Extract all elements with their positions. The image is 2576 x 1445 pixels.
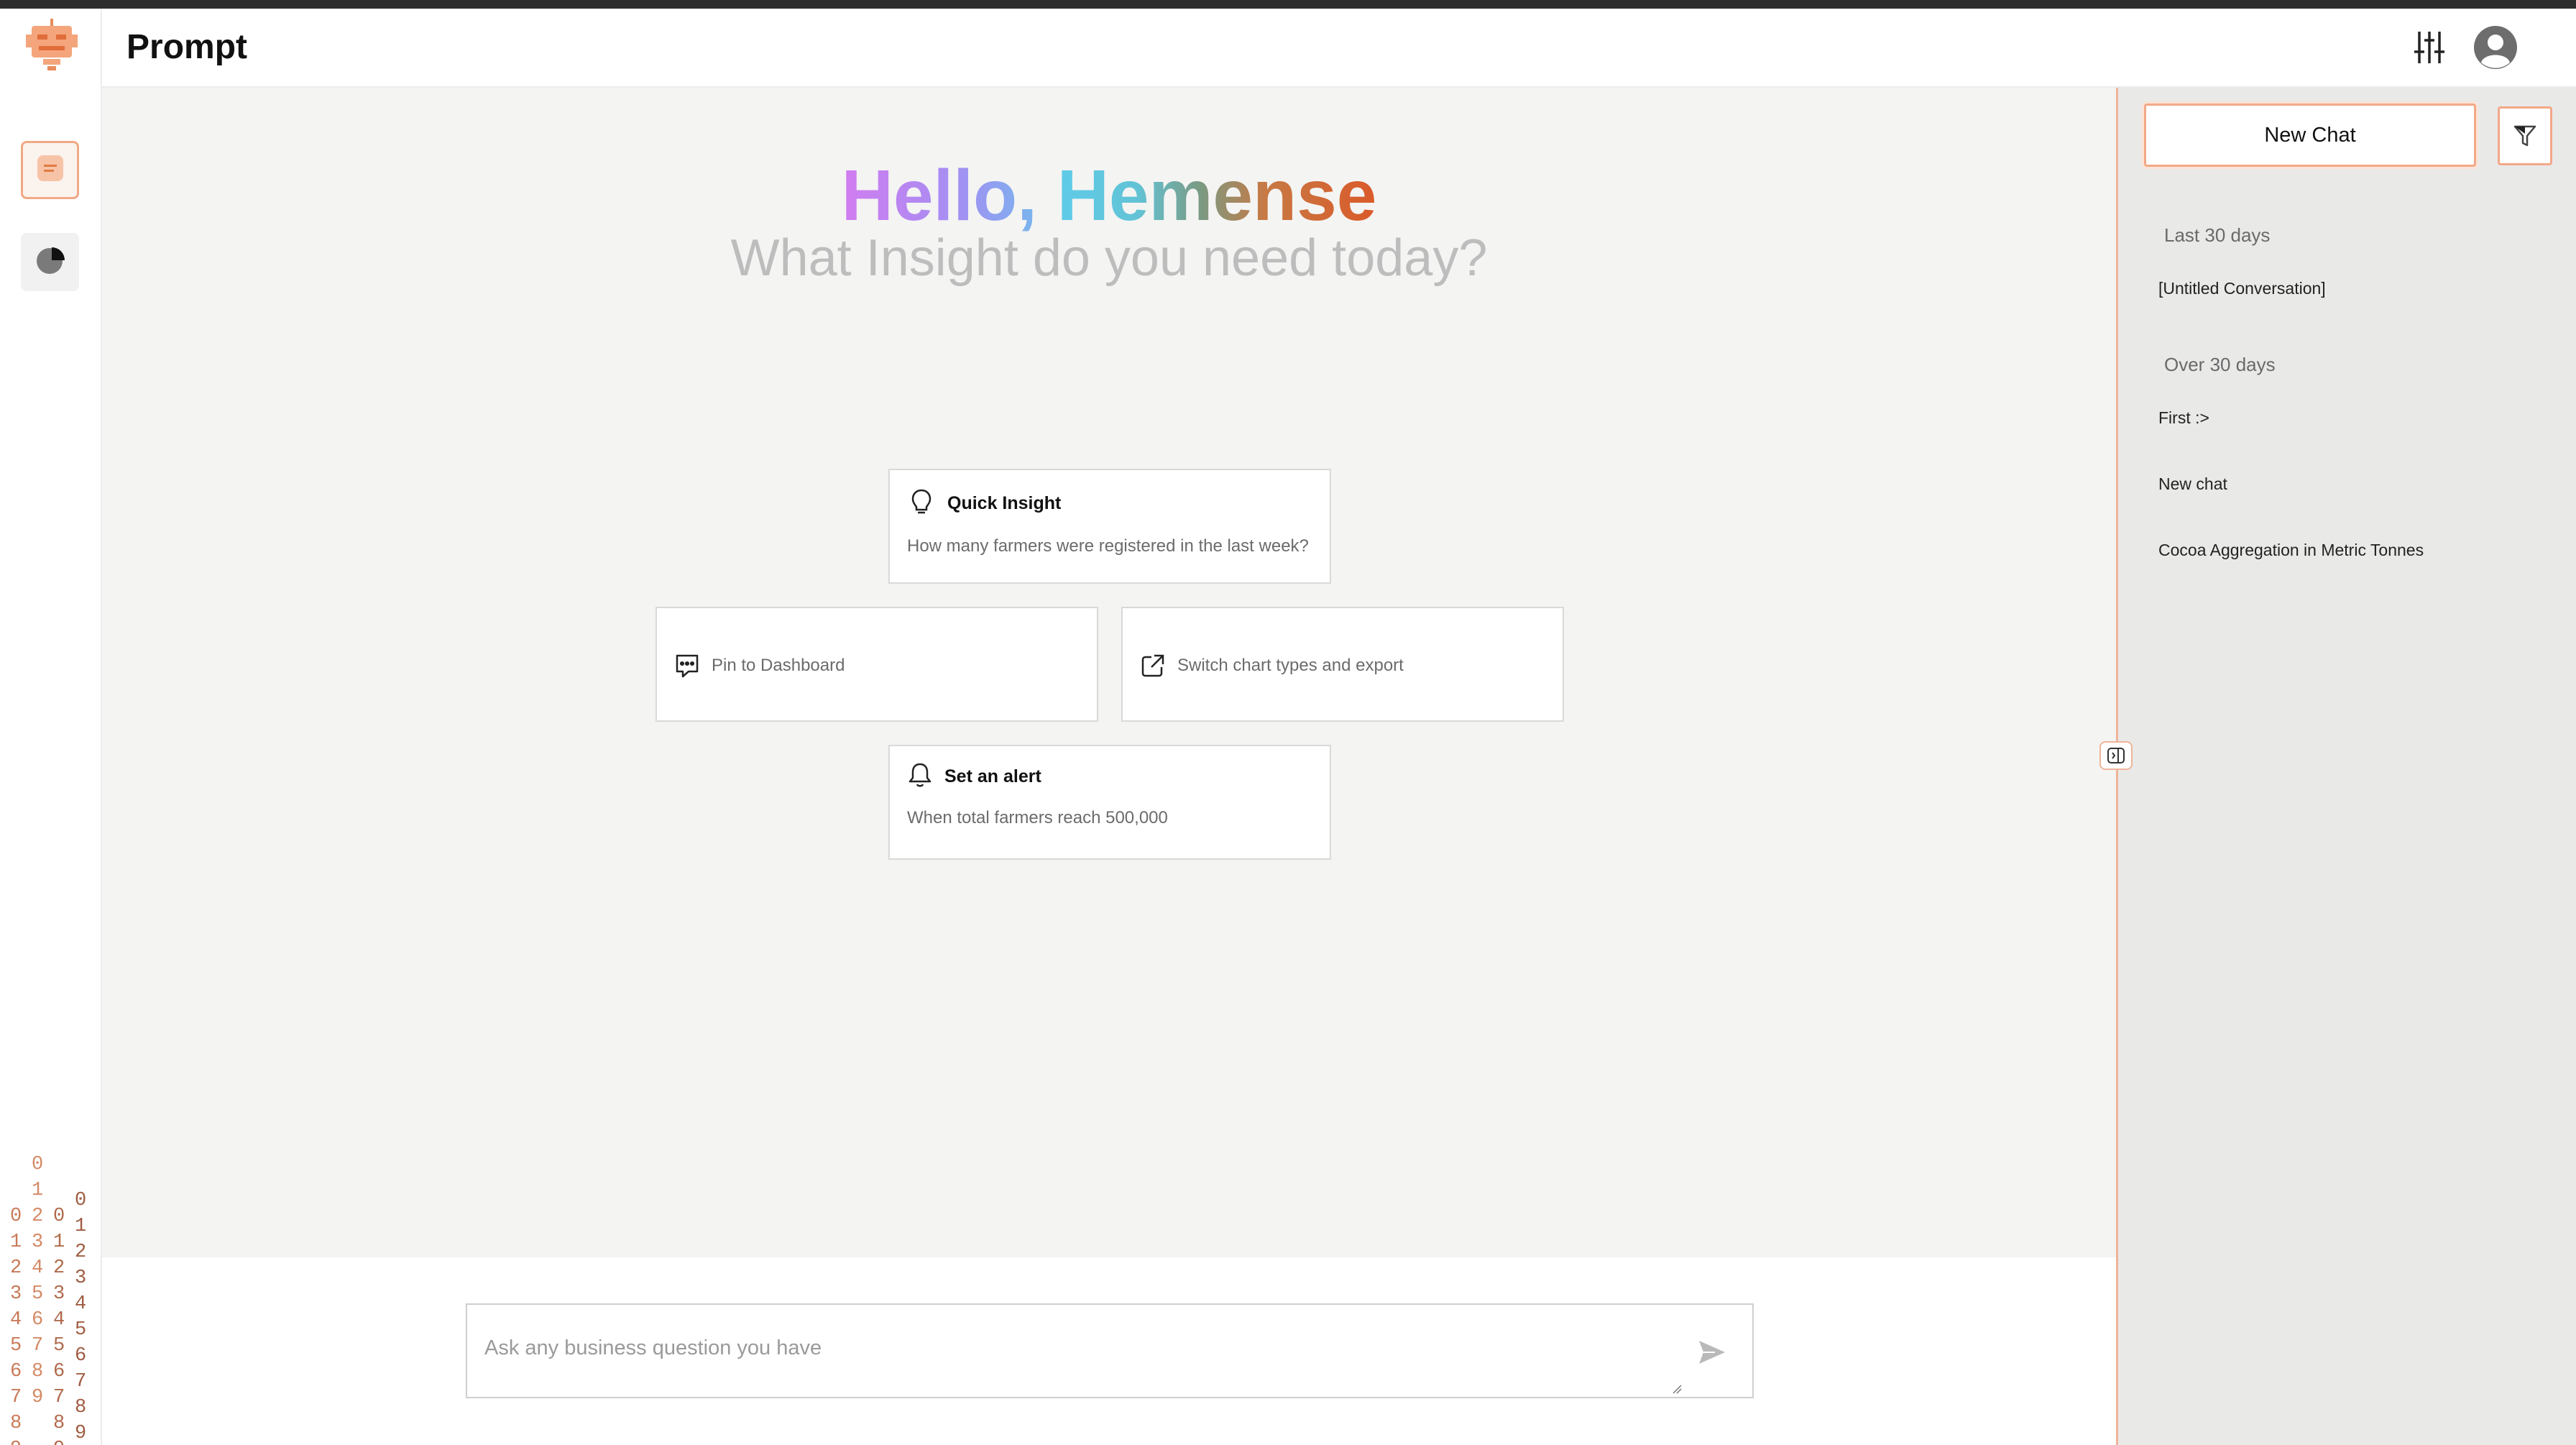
filter-icon [2513, 125, 2536, 147]
robot-icon[interactable] [24, 19, 79, 79]
digit-column: 0 1 2 3 4 5 6 7 8 9 [75, 1190, 87, 1444]
composer [466, 1303, 1754, 1398]
chat-dots-icon [676, 654, 699, 678]
conversation-item[interactable]: New chat [2158, 474, 2227, 494]
sliders-icon[interactable] [2406, 24, 2452, 70]
set-alert-card[interactable]: Set an alert When total farmers reach 50… [888, 745, 1331, 860]
quick-insight-card[interactable]: Quick Insight How many farmers were regi… [888, 469, 1331, 584]
greeting-subtitle: What Insight do you need today? [730, 229, 1488, 287]
panel-collapse-button[interactable] [2099, 741, 2133, 770]
lightbulb-icon [911, 489, 932, 514]
chat-icon [36, 154, 65, 186]
card-title: Set an alert [944, 766, 1041, 786]
card-text: Pin to Dashboard [712, 656, 845, 675]
conversation-panel: New Chat Last 30 days [Untitled Conversa… [2116, 88, 2576, 1445]
rail-chat-button[interactable] [21, 141, 79, 199]
conversation-item[interactable]: First :> [2158, 408, 2209, 428]
external-link-icon [1141, 654, 1164, 677]
digit-column: 0 1 2 3 4 5 6 7 8 9 [32, 1154, 44, 1408]
card-text: When total farmers reach 500,000 [907, 808, 1168, 827]
group-label: Last 30 days [2164, 224, 2271, 246]
card-text: Switch chart types and export [1177, 656, 1404, 675]
conversation-item[interactable]: [Untitled Conversation] [2158, 279, 2326, 298]
pie-chart-icon [34, 244, 66, 280]
switch-chart-card[interactable]: Switch chart types and export [1121, 607, 1564, 722]
group-label: Over 30 days [2164, 354, 2276, 375]
panel-collapse-icon [2107, 748, 2125, 763]
conversation-item[interactable]: Cocoa Aggregation in Metric Tonnes [2158, 541, 2424, 560]
resize-handle-icon[interactable] [1672, 1384, 1682, 1394]
digit-column: 0 1 2 3 4 5 6 7 8 9 [10, 1206, 22, 1445]
top-window-strip [0, 0, 2576, 9]
rail-analytics-button[interactable] [21, 233, 79, 291]
app-header: Prompt [102, 9, 2576, 88]
greeting-hello: Hello, [841, 155, 1037, 236]
card-text: How many farmers were registered in the … [907, 536, 1309, 556]
digit-animation: 0 1 2 3 4 5 6 7 8 9 0 1 2 3 4 5 6 7 8 9 … [0, 1136, 102, 1445]
bell-icon [908, 763, 932, 787]
greeting-name: Hemense [1057, 155, 1377, 236]
new-chat-button[interactable]: New Chat [2144, 104, 2476, 167]
pin-to-dashboard-card[interactable]: Pin to Dashboard [656, 607, 1098, 722]
card-title: Quick Insight [947, 493, 1062, 513]
main-area: Hello, Hemense What Insight do you need … [102, 88, 2116, 1257]
left-rail: 0 1 2 3 4 5 6 7 8 9 0 1 2 3 4 5 6 7 8 9 … [0, 9, 102, 1445]
question-input[interactable] [484, 1326, 1678, 1370]
user-avatar-icon[interactable] [2472, 24, 2518, 70]
filter-button[interactable] [2498, 106, 2552, 165]
page-title: Prompt [126, 28, 247, 66]
digit-column: 0 1 2 3 4 5 6 7 8 9 [53, 1206, 65, 1445]
send-icon[interactable] [1696, 1336, 1728, 1368]
